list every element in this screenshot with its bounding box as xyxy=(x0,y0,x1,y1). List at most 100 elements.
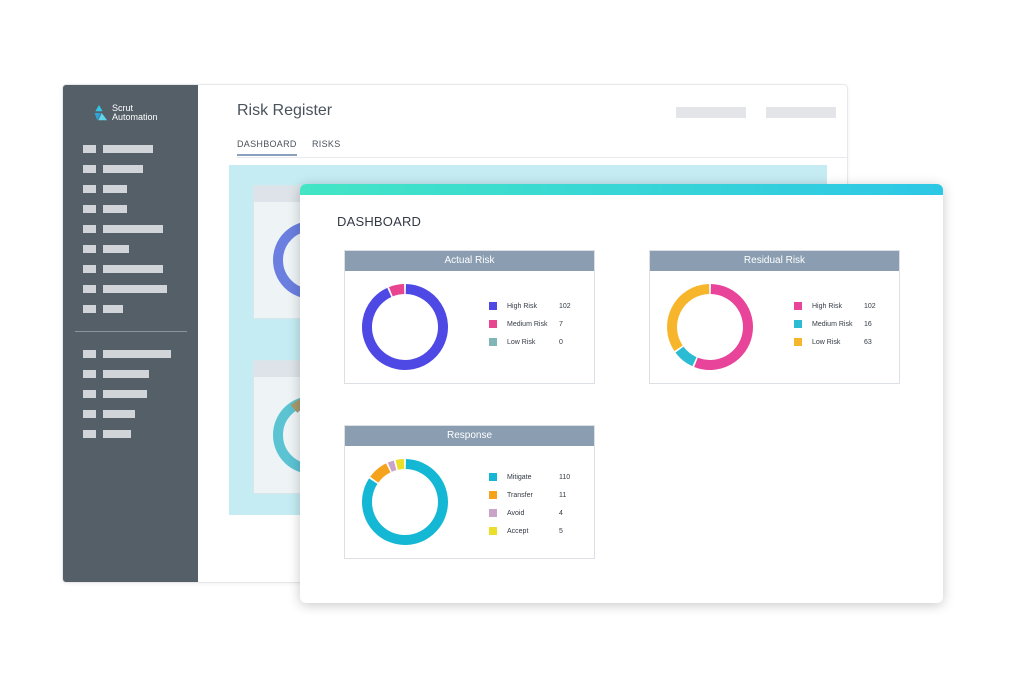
donut-slice-high-risk[interactable] xyxy=(362,284,448,370)
donut-slice-avoid[interactable] xyxy=(387,460,397,472)
nav-label-placeholder xyxy=(103,430,131,438)
donut-slice-medium-risk[interactable] xyxy=(675,346,697,367)
legend-value: 63 xyxy=(864,338,872,346)
nav-icon xyxy=(83,265,96,273)
legend-item: Transfer 11 xyxy=(489,486,570,504)
legend-item: Low Risk 63 xyxy=(794,333,876,351)
legend-swatch xyxy=(489,338,497,346)
nav-item[interactable] xyxy=(83,364,171,384)
legend-value: 0 xyxy=(559,338,563,346)
nav-icon xyxy=(83,390,96,398)
legend-value: 11 xyxy=(559,491,567,499)
nav-item[interactable] xyxy=(83,299,167,319)
nav-label-placeholder xyxy=(103,245,129,253)
legend-item: Medium Risk 7 xyxy=(489,315,571,333)
sidebar: Scrut Automation xyxy=(63,85,198,582)
ghost-card-header xyxy=(254,186,302,202)
nav-icon xyxy=(83,145,96,153)
legend-value: 102 xyxy=(559,302,571,310)
nav-item[interactable] xyxy=(83,179,167,199)
legend-swatch xyxy=(489,320,497,328)
nav-item[interactable] xyxy=(83,239,167,259)
nav-label-placeholder xyxy=(103,145,153,153)
nav-icon xyxy=(83,185,96,193)
card-title: Response xyxy=(345,426,594,446)
legend-item: Avoid 4 xyxy=(489,504,570,522)
legend-item: High Risk 102 xyxy=(489,297,571,315)
card-title: Actual Risk xyxy=(345,251,594,271)
tabs-divider xyxy=(237,157,847,158)
nav-item[interactable] xyxy=(83,199,167,219)
legend-value: 7 xyxy=(559,320,563,328)
actual-risk-legend: High Risk 102 Medium Risk 7 Low Risk 0 xyxy=(489,297,571,351)
nav-label-placeholder xyxy=(103,370,149,378)
nav-label-placeholder xyxy=(103,390,147,398)
donut-slice-low-risk[interactable] xyxy=(667,284,710,352)
tab-dashboard[interactable]: DASHBOARD xyxy=(237,139,297,149)
legend-item: Medium Risk 16 xyxy=(794,315,876,333)
nav-label-placeholder xyxy=(103,305,123,313)
response-legend: Mitigate 110 Transfer 11 Avoid 4 Accept … xyxy=(489,468,570,540)
nav-icon xyxy=(83,165,96,173)
nav-item[interactable] xyxy=(83,344,171,364)
brand-line-2: Automation xyxy=(112,112,158,122)
donut-slice-medium-risk[interactable] xyxy=(388,284,405,297)
legend-value: 16 xyxy=(864,320,872,328)
nav-item[interactable] xyxy=(83,424,171,444)
response-card[interactable]: Response Mitigate 110 Transfer 11 Avoid … xyxy=(344,425,595,559)
legend-swatch xyxy=(489,491,497,499)
legend-swatch xyxy=(489,527,497,535)
legend-swatch xyxy=(489,509,497,517)
nav-icon xyxy=(83,245,96,253)
actual-risk-donut xyxy=(362,284,448,370)
nav-label-placeholder xyxy=(103,165,143,173)
nav-item[interactable] xyxy=(83,159,167,179)
legend-value: 5 xyxy=(559,527,563,535)
nav-item[interactable] xyxy=(83,219,167,239)
header-action-placeholder[interactable] xyxy=(676,107,746,118)
legend-label: High Risk xyxy=(507,302,537,310)
nav-item[interactable] xyxy=(83,404,171,424)
nav-item[interactable] xyxy=(83,279,167,299)
residual-risk-legend: High Risk 102 Medium Risk 16 Low Risk 63 xyxy=(794,297,876,351)
nav-item[interactable] xyxy=(83,259,167,279)
legend-label: Transfer xyxy=(507,491,533,499)
tab-risks[interactable]: RISKS xyxy=(312,139,341,149)
nav-icon xyxy=(83,205,96,213)
legend-swatch xyxy=(489,473,497,481)
ghost-card xyxy=(253,185,328,319)
header-action-placeholder[interactable] xyxy=(766,107,836,118)
legend-item: Accept 5 xyxy=(489,522,570,540)
nav-item[interactable] xyxy=(83,384,171,404)
legend-swatch xyxy=(489,302,497,310)
dashboard-heading: DASHBOARD xyxy=(337,214,422,229)
legend-label: Medium Risk xyxy=(507,320,548,328)
card-title: Residual Risk xyxy=(650,251,899,271)
nav-label-placeholder xyxy=(103,205,127,213)
active-tab-indicator xyxy=(237,154,297,156)
residual-risk-card[interactable]: Residual Risk High Risk 102 Medium Risk … xyxy=(649,250,900,384)
brand-logo[interactable]: Scrut Automation xyxy=(90,104,164,122)
nav-icon xyxy=(83,430,96,438)
legend-item: Mitigate 110 xyxy=(489,468,570,486)
actual-risk-card[interactable]: Actual Risk High Risk 102 Medium Risk 7 … xyxy=(344,250,595,384)
nav-icon xyxy=(83,305,96,313)
nav-item[interactable] xyxy=(83,139,167,159)
page-title: Risk Register xyxy=(237,102,333,119)
legend-item: Low Risk 0 xyxy=(489,333,571,351)
legend-label: High Risk xyxy=(812,302,842,310)
window-accent-bar xyxy=(300,184,943,195)
nav-label-placeholder xyxy=(103,265,163,273)
legend-label: Medium Risk xyxy=(812,320,853,328)
donut-slice-high-risk[interactable] xyxy=(694,284,753,370)
nav-icon xyxy=(83,370,96,378)
nav-group-primary xyxy=(83,139,167,319)
nav-icon xyxy=(83,350,96,358)
nav-label-placeholder xyxy=(103,185,127,193)
donut-slice-transfer[interactable] xyxy=(370,463,391,483)
nav-group-secondary xyxy=(83,344,171,444)
donut-slice-accept[interactable] xyxy=(395,459,405,470)
legend-label: Mitigate xyxy=(507,473,532,481)
scrut-logo-icon xyxy=(94,104,108,121)
residual-risk-donut xyxy=(667,284,753,370)
